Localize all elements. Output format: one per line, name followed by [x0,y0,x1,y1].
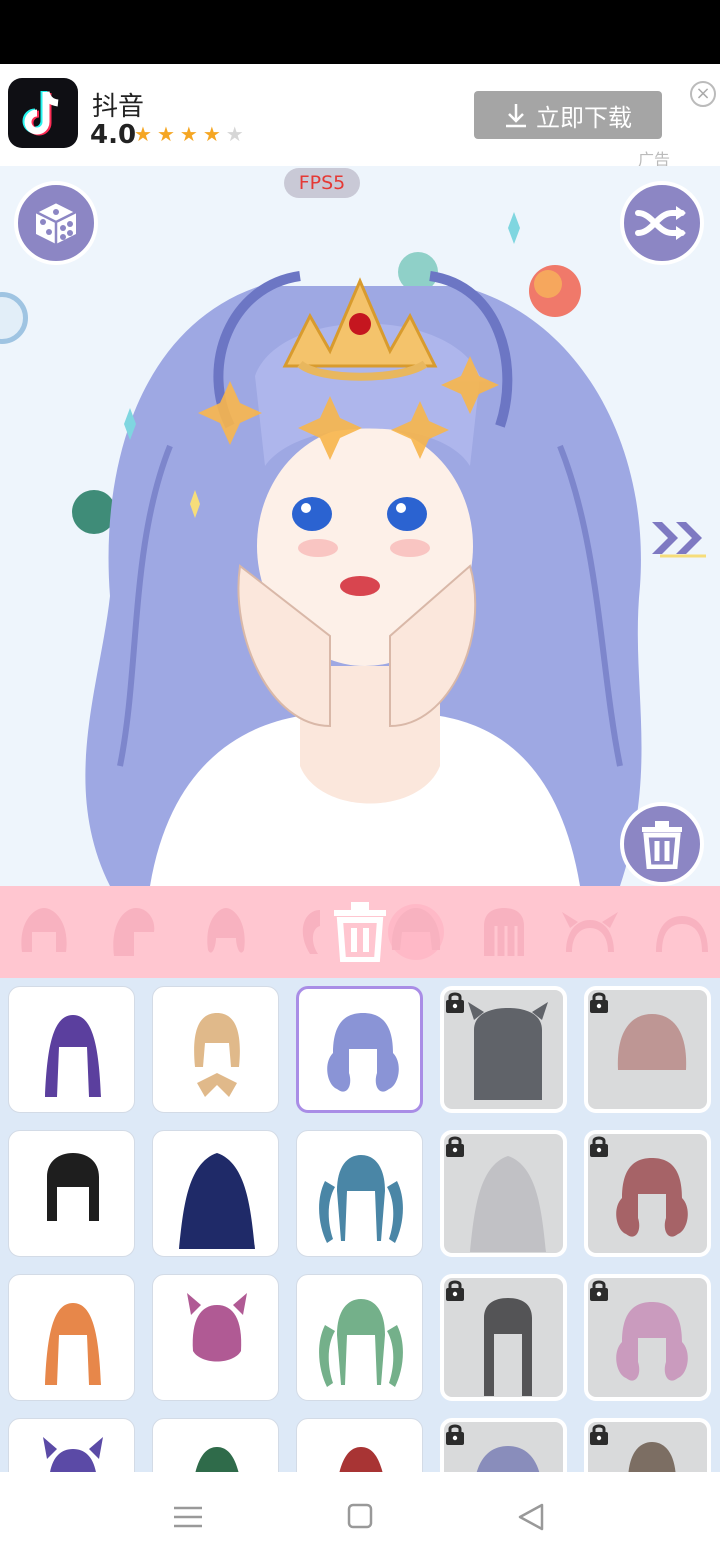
ad-rating-stars: ★★★★★ [134,122,249,146]
lock-icon [446,1424,464,1445]
ad-banner[interactable]: 抖音 4.0 ★★★★★ 立即下载 × 广告 [0,64,720,169]
hair-preview-icon [339,1447,383,1472]
hair-item-tile[interactable] [152,1274,279,1401]
lock-icon [590,1136,608,1157]
hair-front-icon[interactable] [14,902,74,962]
download-button[interactable]: 立即下载 [474,91,662,139]
hair-item-tile[interactable] [8,1418,135,1472]
hair-preview-icon [45,1015,101,1097]
hair-item-tile[interactable] [584,1418,711,1472]
lock-icon [590,1280,608,1301]
horns-icon[interactable] [560,902,620,962]
hair-item-tile[interactable] [152,986,279,1113]
hair-preview-icon [327,1013,399,1092]
trash-icon[interactable] [332,900,388,962]
hair-preview-icon [43,1437,103,1472]
hair-item-tile[interactable] [440,1130,567,1257]
hair-preview-icon [319,1299,403,1387]
hair-preview-icon [319,1155,403,1243]
hair-item-tile[interactable] [296,1418,423,1472]
hair-item-tile[interactable] [8,1274,135,1401]
shuffle-icon [635,206,686,240]
hair-item-tile[interactable] [8,986,135,1113]
hair-striped-icon[interactable] [474,902,534,962]
hair-side-icon[interactable] [104,902,164,962]
download-label: 立即下载 [536,103,632,132]
hair-item-tile[interactable] [8,1130,135,1257]
hair-bangs-icon[interactable] [386,902,446,962]
star-icon: ★ [134,122,157,146]
trash-icon [642,821,682,869]
hair-preview-icon [179,1153,255,1249]
lock-icon [590,1424,608,1445]
next-page-arrow[interactable] [650,518,710,562]
hair-item-grid[interactable] [0,978,720,1472]
hair-preview-icon [45,1303,101,1385]
hair-item-tile[interactable] [440,1274,567,1401]
hair-item-tile[interactable] [152,1130,279,1257]
headband-icon[interactable] [652,902,712,962]
dice-icon [33,200,79,244]
ad-app-name: 抖音 [92,92,145,122]
hair-bun-icon[interactable] [196,902,256,962]
hair-item-tile[interactable] [296,986,423,1113]
download-icon [506,104,526,128]
hair-item-tile[interactable] [584,986,711,1113]
hair-preview-icon [194,1013,240,1097]
hair-item-tile[interactable] [152,1418,279,1472]
status-bar [0,0,720,64]
hair-item-tile[interactable] [584,1130,711,1257]
character-stage[interactable]: FPS5 [0,166,720,886]
hair-preview-icon [195,1447,239,1472]
home-icon[interactable] [340,1502,380,1532]
hair-item-tile[interactable] [440,1418,567,1472]
lock-icon [590,992,608,1013]
system-nav-bar [0,1472,720,1560]
random-dice-button[interactable] [14,181,98,265]
next-arrow-icon [652,522,706,558]
hair-preview-icon [187,1293,247,1362]
hair-item-tile[interactable] [440,986,567,1113]
hair-item-tile[interactable] [584,1274,711,1401]
shuffle-button[interactable] [620,181,704,265]
ad-rating-value: 4.0 [90,120,137,150]
menu-icon[interactable] [168,1502,208,1532]
tiktok-app-icon[interactable] [8,78,78,148]
lock-icon [446,1136,464,1157]
star-icon: ★ [156,122,180,146]
star-icon: ★ [179,122,203,146]
category-bar[interactable] [0,886,720,978]
fps-counter: FPS5 [284,168,360,198]
star-icon: ★ [202,122,226,146]
back-icon[interactable] [512,1502,552,1532]
lock-icon [446,1280,464,1301]
hair-item-tile[interactable] [296,1274,423,1401]
delete-outfit-button[interactable] [620,802,704,886]
star-icon: ★ [225,122,249,146]
character-preview [72,212,642,886]
hair-preview-icon [47,1153,99,1221]
ad-close-button[interactable]: × [690,81,716,107]
hair-item-tile[interactable] [296,1130,423,1257]
lock-icon [446,992,464,1013]
